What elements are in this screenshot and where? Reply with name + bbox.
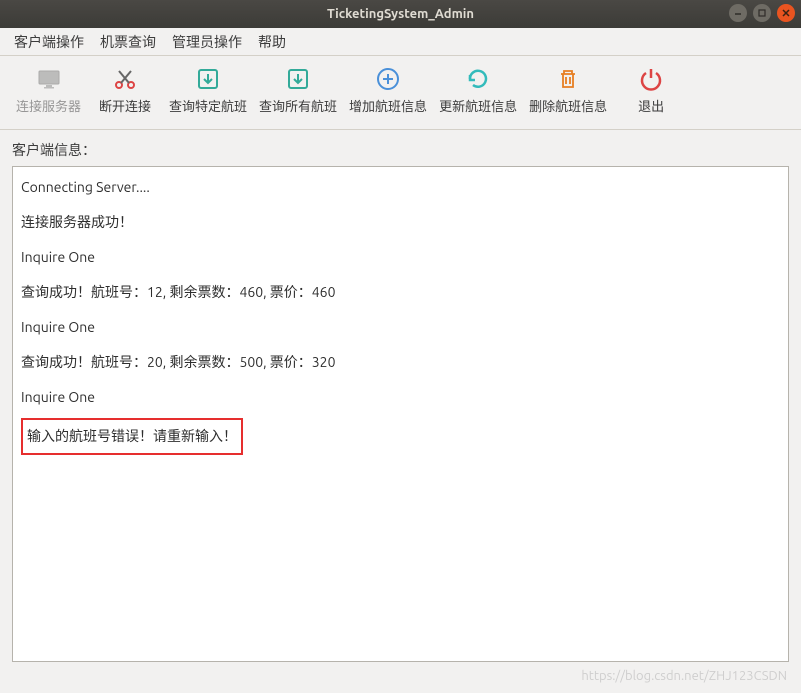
delete-flight-button[interactable]: 删除航班信息 — [523, 62, 613, 119]
log-line: 连接服务器成功！ — [21, 212, 780, 233]
refresh-icon — [465, 66, 491, 92]
query-all-label: 查询所有航班 — [259, 96, 337, 115]
titlebar: TicketingSystem_Admin — [0, 0, 801, 28]
watermark: https://blog.csdn.net/ZHJ123CSDN — [581, 669, 787, 683]
disconnect-label: 断开连接 — [99, 96, 151, 115]
update-flight-button[interactable]: 更新航班信息 — [433, 62, 523, 119]
connect-server-button: 连接服务器 — [10, 62, 87, 119]
menu-client-ops[interactable]: 客户端操作 — [6, 28, 92, 56]
update-label: 更新航班信息 — [439, 96, 517, 115]
log-line: Inquire One — [21, 247, 780, 268]
scissors-icon — [112, 66, 138, 92]
add-flight-button[interactable]: 增加航班信息 — [343, 62, 433, 119]
window-controls — [729, 4, 795, 22]
power-icon — [638, 66, 664, 92]
maximize-button[interactable] — [753, 4, 771, 22]
error-highlight: 输入的航班号错误！请重新输入！ — [21, 418, 243, 455]
log-line: 查询成功！航班号：20, 剩余票数：500, 票价：320 — [21, 352, 780, 373]
log-line: 查询成功！航班号：12, 剩余票数：460, 票价：460 — [21, 282, 780, 303]
menu-admin-ops[interactable]: 管理员操作 — [164, 28, 250, 56]
monitor-icon — [36, 66, 62, 92]
log-textarea[interactable]: Connecting Server.... 连接服务器成功！ Inquire O… — [12, 166, 789, 662]
content-area: 客户端信息： Connecting Server.... 连接服务器成功！ In… — [0, 130, 801, 672]
connect-label: 连接服务器 — [16, 96, 81, 115]
add-label: 增加航班信息 — [349, 96, 427, 115]
trash-icon — [555, 66, 581, 92]
disconnect-button[interactable]: 断开连接 — [87, 62, 163, 119]
download-box-icon — [285, 66, 311, 92]
menu-help[interactable]: 帮助 — [250, 28, 294, 56]
minimize-button[interactable] — [729, 4, 747, 22]
query-one-label: 查询特定航班 — [169, 96, 247, 115]
menu-ticket-query[interactable]: 机票查询 — [92, 28, 164, 56]
log-line: Connecting Server.... — [21, 177, 780, 198]
query-one-button[interactable]: 查询特定航班 — [163, 62, 253, 119]
window-title: TicketingSystem_Admin — [0, 7, 801, 21]
close-button[interactable] — [777, 4, 795, 22]
exit-button[interactable]: 退出 — [613, 62, 689, 119]
client-info-label: 客户端信息： — [12, 140, 789, 160]
query-all-button[interactable]: 查询所有航班 — [253, 62, 343, 119]
exit-label: 退出 — [638, 96, 664, 115]
log-line-error: 输入的航班号错误！请重新输入！ — [27, 428, 237, 444]
menubar: 客户端操作 机票查询 管理员操作 帮助 — [0, 28, 801, 56]
log-line: Inquire One — [21, 317, 780, 338]
toolbar: 连接服务器 断开连接 查询特定航班 查询所有航班 增加航班信息 更新航班信息 — [0, 56, 801, 130]
plus-circle-icon — [375, 66, 401, 92]
delete-label: 删除航班信息 — [529, 96, 607, 115]
download-box-icon — [195, 66, 221, 92]
log-line: Inquire One — [21, 387, 780, 408]
